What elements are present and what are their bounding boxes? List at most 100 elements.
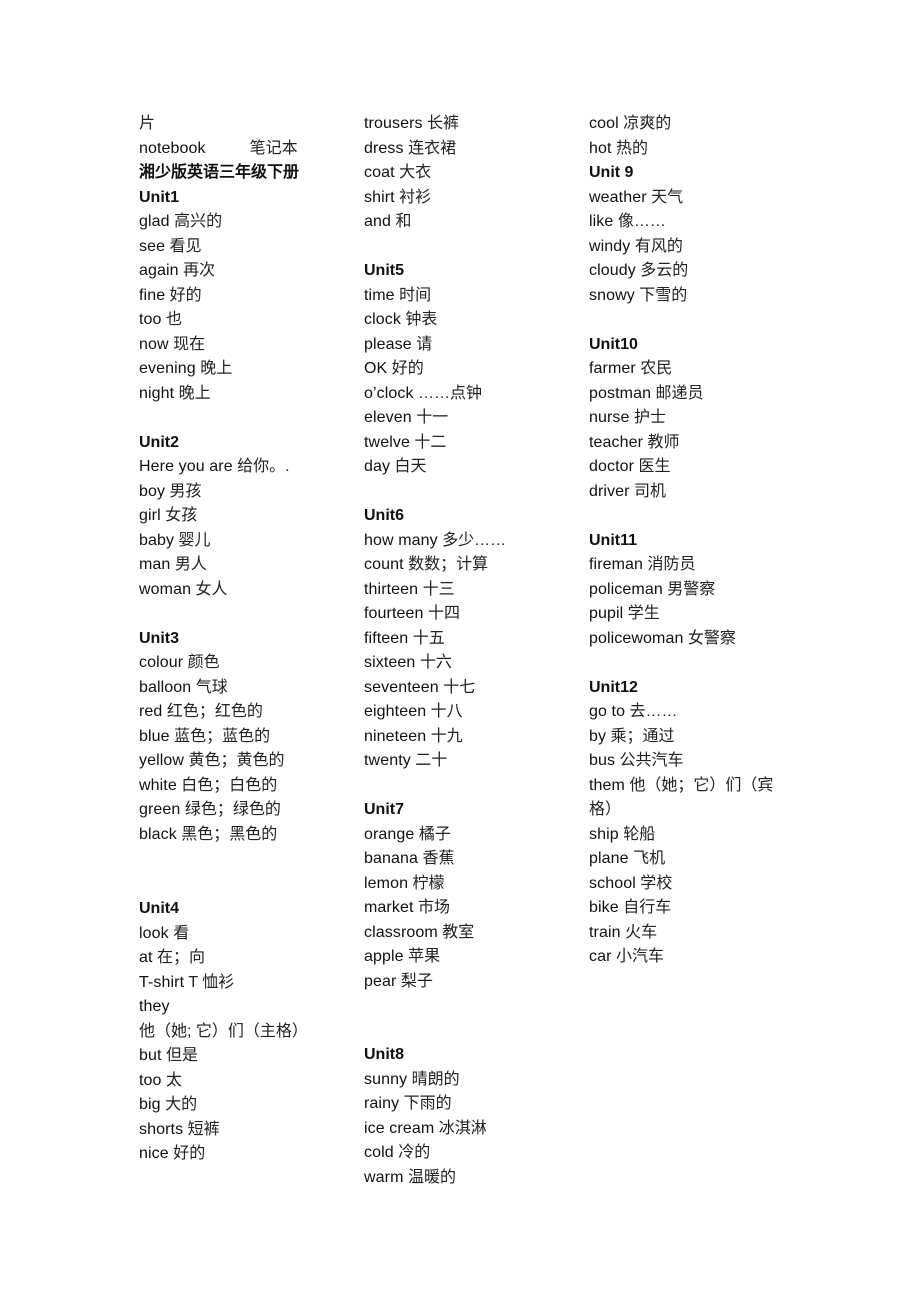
word-zh: 十三 [418, 580, 455, 598]
document-title: 湘少版英语三年级下册 [139, 164, 300, 181]
word-en: ship [589, 825, 619, 843]
word-zh: 黑色；黑色的 [176, 825, 278, 843]
word-zh: 轮船 [618, 825, 656, 843]
word-en: big [139, 1096, 161, 1113]
word-zh: 好的 [387, 360, 424, 377]
unit-4-list-part2: trousers 长裤 dress 连衣裙 coat 大衣 shirt 衬衫 and 和 [364, 112, 579, 235]
word-zh: 他（她; 它）们（主格） [139, 1022, 308, 1040]
word-zh: 看见 [165, 237, 202, 255]
vocab-entry: again 再次 [139, 259, 354, 284]
word-zh: 绿色；绿色的 [180, 801, 281, 818]
unit-heading: Unit8 [364, 1046, 404, 1063]
word-zh: 衬衫 [394, 188, 432, 206]
vocab-entry: doctor 医生 [589, 455, 804, 480]
word-zh: 短裤 [183, 1120, 220, 1138]
word-zh: 教室 [437, 923, 475, 941]
preface-fragment: 片 [139, 115, 156, 132]
word-en: they [139, 998, 170, 1015]
word-zh: 农民 [635, 360, 673, 377]
vocab-entry: fourteen 十四 [364, 602, 579, 627]
word-zh: 婴儿 [174, 531, 211, 549]
word-en: nice [139, 1145, 169, 1162]
vocab-entry: glad 高兴的 [139, 210, 354, 235]
word-en: by [589, 727, 607, 745]
unit-8-list-part1: sunny 晴朗的 rainy 下雨的 ice cream 冰淇淋 cold 冷的 wa… [364, 1068, 579, 1191]
vocab-entry: OK 好的 [364, 357, 579, 382]
word-zh: 凉爽的 [618, 115, 672, 132]
vocab-entry: Here you are 给你。. [139, 455, 354, 480]
word-en: ice cream [364, 1119, 435, 1137]
vocab-entry: and 和 [364, 210, 579, 235]
vocab-entry: weather 天气 [589, 186, 804, 211]
vocab-entry: coat 大衣 [364, 161, 579, 186]
unit-10-list: farmer 农民 postman 邮递员 nurse 护士 teacher 教师 do… [589, 357, 804, 504]
vocab-entry: T-shirt T 恤衫 [139, 971, 354, 996]
vocab-entry: fifteen 十五 [364, 627, 579, 652]
column-2: trousers 长裤 dress 连衣裙 coat 大衣 shirt 衬衫 and 和… [364, 112, 579, 1190]
word-zh: 十六 [415, 654, 452, 671]
word-zh: 消防员 [643, 556, 696, 573]
word-zh: 男孩 [165, 482, 202, 500]
unit-heading: Unit10 [589, 335, 638, 353]
vocab-entry: trousers 长裤 [364, 112, 579, 137]
word-en: thirteen [364, 580, 419, 598]
word-zh: 二十 [410, 752, 448, 769]
vocab-entry: bike 自行车 [589, 896, 804, 921]
word-zh: 火车 [620, 923, 658, 941]
word-zh: 也 [161, 311, 182, 328]
word-en: sixteen [364, 654, 416, 671]
word-en: fine [139, 286, 166, 304]
vocab-entry-notebook: notebook 笔记本 [139, 137, 354, 162]
word-zh: 好的 [165, 286, 202, 304]
word-zh: 好的 [168, 1145, 206, 1162]
word-en: too [139, 1071, 162, 1089]
word-zh: 学生 [623, 605, 660, 622]
vocab-entry: o’clock ……点钟 [364, 382, 579, 407]
word-en: how many [364, 531, 438, 549]
word-zh: 苹果 [403, 948, 441, 965]
word-zh: 飞机 [628, 850, 666, 867]
word-zh: 温暖的 [403, 1168, 456, 1186]
word-zh: 护士 [629, 409, 666, 426]
vocab-entry: cold 冷的 [364, 1141, 579, 1166]
vocab-entry: ship 轮船 [589, 823, 804, 848]
vocab-entry: hot 热的 [589, 137, 804, 162]
vocab-entry: boy 男孩 [139, 480, 354, 505]
word-en: cool [589, 115, 619, 132]
word-en: market [364, 899, 414, 916]
vocab-entry: too 太 [139, 1069, 354, 1094]
vocab-entry: black 黑色；黑色的 [139, 823, 354, 848]
word-zh: 白色；白色的 [176, 776, 278, 794]
vocab-entry: red 红色；红色的 [139, 700, 354, 725]
word-en: eighteen [364, 703, 427, 720]
word-en: bike [589, 899, 619, 916]
word-zh: 香蕉 [418, 850, 455, 867]
word-en: car [589, 948, 612, 965]
word-en: Here you are [139, 458, 233, 475]
word-en: teacher [589, 433, 644, 451]
word-zh: 冷的 [393, 1144, 431, 1161]
vocab-entry: thirteen 十三 [364, 578, 579, 603]
unit-8-list-part2: cool 凉爽的 hot 热的 [589, 112, 804, 161]
word-zh: 学校 [635, 874, 673, 892]
word-zh: 有风的 [630, 237, 683, 255]
vocab-entry: too 也 [139, 308, 354, 333]
word-en: baby [139, 531, 175, 549]
word-zh: 十七 [438, 678, 476, 696]
word-zh: 橘子 [414, 825, 451, 843]
word-en: day [364, 458, 391, 475]
word-zh: 十八 [426, 703, 463, 720]
word-zh: 热的 [611, 139, 648, 157]
word-en: time [364, 286, 395, 304]
vocab-entry: eighteen 十八 [364, 700, 579, 725]
word-en: shirt [364, 188, 395, 206]
word-en: fourteen [364, 605, 424, 622]
unit-2-list: Here you are 给你。. boy 男孩 girl 女孩 baby 婴儿 man… [139, 455, 354, 602]
word-zh: 下雨的 [399, 1095, 452, 1112]
vocab-entry: how many 多少…… [364, 529, 579, 554]
word-en: nurse [589, 409, 630, 426]
vocab-entry: policewoman 女警察 [589, 627, 804, 652]
word-zh: 天气 [646, 188, 684, 206]
